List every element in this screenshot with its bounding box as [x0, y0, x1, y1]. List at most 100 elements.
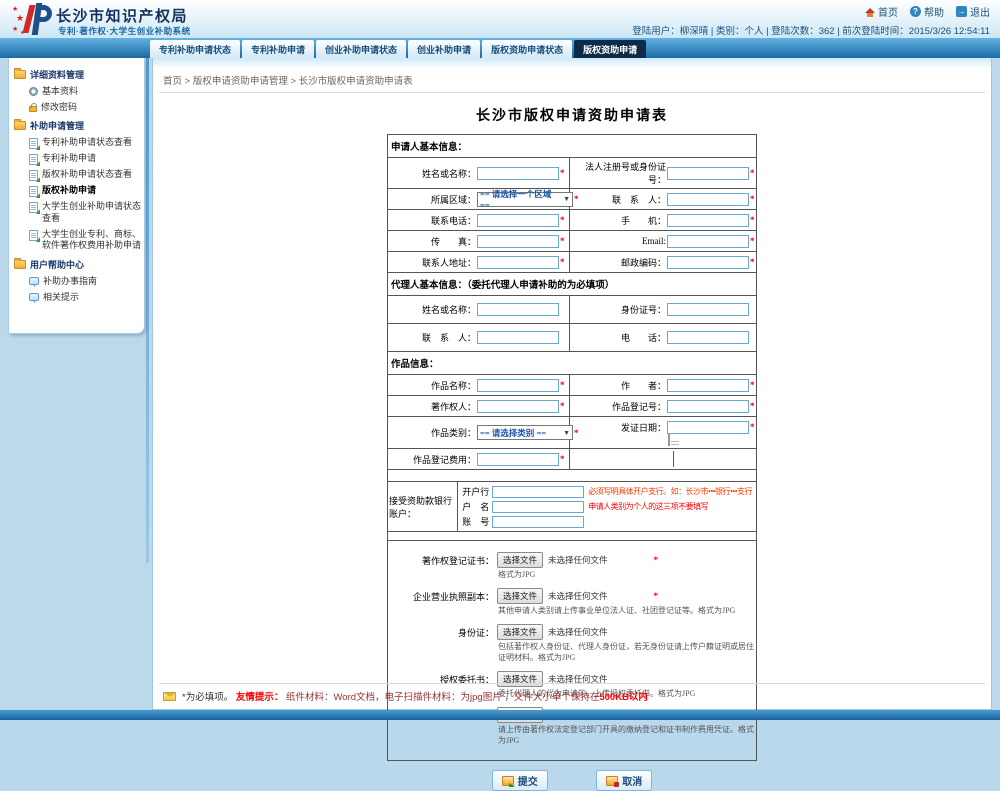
sidebar-item-label: 修改密码 [41, 102, 77, 114]
choose-file-button[interactable]: 选择文件 [497, 552, 543, 568]
legal-id-input[interactable] [667, 167, 749, 180]
sidebar-item-label: 补助办事指南 [43, 276, 97, 288]
document-icon [29, 230, 38, 241]
tab-band: 专利补助申请状态 专利补助申请 创业补助申请状态 创业补助申请 版权资助申请状态… [0, 38, 1000, 58]
tab-copyright-apply[interactable]: 版权资助申请 [574, 40, 646, 58]
sidebar-item-student-startup-status[interactable]: 大学生创业补助申请状态查看 [14, 199, 141, 226]
home-icon [865, 8, 875, 13]
section-header-agent: 代理人基本信息：（委托代理人申请补助的为必填项） [388, 273, 756, 296]
calendar-icon[interactable] [668, 434, 670, 446]
region-select[interactable]: == 请选择一个区域 ==▼ [477, 192, 573, 207]
breadcrumb[interactable]: 首页 > 版权申请资助申请管理 > 长沙市版权申请资助申请表 [153, 69, 991, 91]
login-user-info: 登陆用户：柳深晴 | 类别：个人 | 登陆次数：362 | 前次登陆时间：201… [632, 23, 990, 37]
required-mark: * [750, 168, 755, 178]
work-name-input[interactable] [477, 379, 559, 392]
account-no-input[interactable] [492, 516, 584, 528]
sidebar-section-profile[interactable]: 详细资料管理 [14, 68, 141, 81]
sidebar-section-subsidy[interactable]: 补助申请管理 [14, 119, 141, 132]
required-mark: * [560, 236, 565, 246]
copyright-owner-input[interactable] [477, 400, 559, 413]
field-label: 联系人地址： [388, 256, 476, 269]
sidebar-item-copyright-status-view[interactable]: 版权补助申请状态查看 [14, 167, 141, 183]
phone-input[interactable] [477, 214, 559, 227]
sidebar-section-label: 用户帮助中心 [30, 258, 84, 271]
field-label: 发证日期： [570, 421, 666, 434]
agent-name-input[interactable] [477, 303, 559, 316]
section-header-applicant: 申请人基本信息： [388, 135, 756, 158]
sidebar-item-student-startup-apply[interactable]: 大学生创业专利、商标、软件著作权费用补助申请 [14, 227, 141, 254]
home-link[interactable]: 首页 [865, 4, 898, 19]
upload-hint: 请上传由著作权法定登记部门开具的缴纳登记和证书制作费用凭证。格式为JPG [498, 724, 756, 746]
chevron-down-icon: ▼ [563, 429, 570, 437]
work-category-select[interactable]: == 请选择类别 == ▼ [477, 425, 573, 440]
logout-link-label: 退出 [970, 4, 990, 19]
mobile-input[interactable] [667, 214, 749, 227]
choose-file-button[interactable]: 选择文件 [497, 624, 543, 640]
help-link[interactable]: ? 帮助 [910, 4, 944, 19]
folder-icon [14, 121, 26, 130]
email-input[interactable] [667, 235, 749, 248]
field-label: 所属区域： [388, 193, 476, 206]
required-mark: * [750, 380, 755, 390]
no-file-text: 未选择任何文件 [548, 590, 608, 602]
table-row: 联系人地址：* 邮政编码：* [388, 252, 756, 273]
main-tabs: 专利补助申请状态 专利补助申请 创业补助申请状态 创业补助申请 版权资助申请状态… [150, 40, 646, 58]
agent-phone-input[interactable] [667, 331, 749, 344]
sidebar-item-basic-info[interactable]: 基本资料 [14, 84, 141, 100]
sidebar-item-change-password[interactable]: 修改密码 [14, 100, 141, 116]
breadcrumb-divider [159, 92, 985, 93]
tab-startup-apply[interactable]: 创业补助申请 [408, 40, 480, 58]
sidebar-item-copyright-apply[interactable]: 版权补助申请 [14, 183, 141, 199]
field-label: 联系电话： [388, 214, 476, 227]
tab-copyright-status[interactable]: 版权资助申请状态 [482, 40, 572, 58]
registration-fee-input[interactable] [477, 453, 559, 466]
required-mark: * [750, 215, 755, 225]
field-label: Email: [570, 236, 666, 246]
postcode-input[interactable] [667, 256, 749, 269]
sidebar-item-guide[interactable]: 补助办事指南 [14, 274, 141, 290]
required-mark: * [750, 401, 755, 411]
author-input[interactable] [667, 379, 749, 392]
upload-label: 企业营业执照副本： [388, 590, 494, 603]
contact-address-input[interactable] [477, 256, 559, 269]
bank-account-row: 接受资助款银行账户： 开户行必须写明具体开户支行。如：长沙市•••银行•••支行… [388, 482, 756, 532]
required-mark: * [750, 236, 755, 246]
choose-file-button[interactable]: 选择文件 [497, 588, 543, 604]
sidebar-item-patent-status-view[interactable]: 专利补助申请状态查看 [14, 135, 141, 151]
applicant-name-input[interactable] [477, 167, 559, 180]
sidebar-item-label: 版权补助申请 [42, 185, 96, 197]
required-mark: * [560, 215, 565, 225]
spacer-row [388, 532, 756, 541]
table-row: 姓名或名称： 身份证号： [388, 296, 756, 324]
contact-person-input[interactable] [667, 193, 749, 206]
section-header-work: 作品信息： [388, 352, 756, 375]
fax-input[interactable] [477, 235, 559, 248]
tip-size: 500KB以内 [599, 692, 648, 703]
work-category-value: == 请选择类别 == [480, 427, 546, 439]
submit-button[interactable]: 提交 [492, 770, 548, 791]
bank-branch-label: 开户行 [462, 485, 488, 498]
sidebar-item-patent-apply[interactable]: 专利补助申请 [14, 151, 141, 167]
sidebar-item-tips[interactable]: 相关提示 [14, 290, 141, 306]
required-mark: * [750, 422, 755, 432]
tab-patent-status[interactable]: 专利补助申请状态 [150, 40, 240, 58]
panel-top-strip [153, 58, 991, 69]
spacer-row [388, 470, 756, 482]
logout-link[interactable]: → 退出 [956, 4, 990, 19]
no-file-text: 未选择任何文件 [548, 554, 608, 566]
required-mark: * [560, 454, 565, 464]
registration-no-input[interactable] [667, 400, 749, 413]
tab-startup-status[interactable]: 创业补助申请状态 [316, 40, 406, 58]
mail-icon [163, 692, 176, 701]
uploads-section: 著作权登记证书：选择文件未选择任何文件* 格式为JPG 企业营业执照副本：选择文… [388, 541, 756, 760]
field-label: 作品名称： [388, 379, 476, 392]
bank-branch-input[interactable] [492, 486, 584, 498]
sidebar-section-help[interactable]: 用户帮助中心 [14, 258, 141, 271]
upload-label: 著作权登记证书： [388, 554, 494, 567]
cancel-button[interactable]: 取消 [596, 770, 652, 791]
account-name-input[interactable] [492, 501, 584, 513]
tab-patent-apply[interactable]: 专利补助申请 [242, 40, 314, 58]
agent-id-input[interactable] [667, 303, 749, 316]
agent-contact-input[interactable] [477, 331, 559, 344]
issue-date-input[interactable] [667, 421, 749, 434]
